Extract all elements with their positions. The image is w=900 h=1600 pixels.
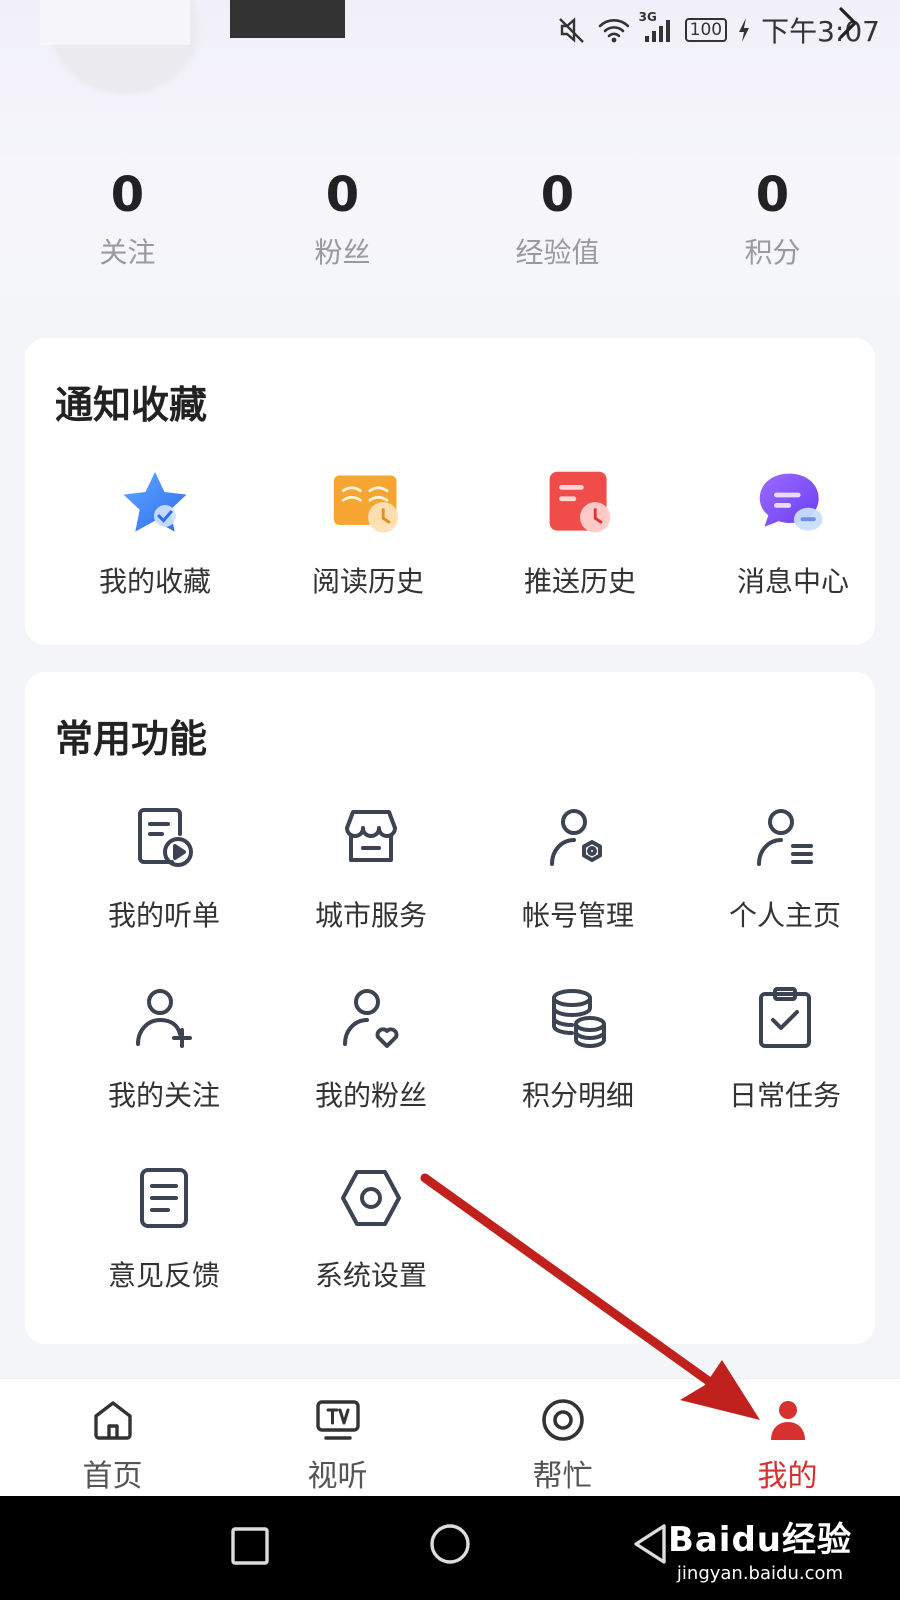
store-icon <box>333 800 409 876</box>
nav-label: 视听 <box>307 1459 368 1494</box>
grid-item-label: 我的粉丝 <box>314 1079 427 1112</box>
push-history-icon <box>542 466 618 542</box>
coins-icon <box>540 980 616 1056</box>
back-button[interactable] <box>630 1522 670 1570</box>
grid-item-system-settings[interactable]: 系统设置 <box>276 1160 466 1294</box>
grid-item-label: 意见反馈 <box>107 1259 220 1292</box>
grid-item-label: 城市服务 <box>314 899 427 932</box>
signal-icon: 3G <box>639 10 675 44</box>
playlist-icon <box>126 800 202 876</box>
book-history-icon <box>330 466 406 542</box>
stat-fans[interactable]: 0 粉丝 <box>235 165 450 271</box>
grid-item-playlist[interactable]: 我的听单 <box>69 800 259 934</box>
nav-tab-mine[interactable]: 我的 <box>675 1379 900 1497</box>
stat-value: 0 <box>540 167 575 223</box>
grid-item-points-detail[interactable]: 积分明细 <box>483 980 673 1114</box>
message-icon <box>755 466 831 542</box>
settings-hex-icon <box>333 1160 409 1236</box>
grid-item-push-history[interactable]: 推送历史 <box>485 466 675 600</box>
watermark-logo: Baidu经验 <box>667 1520 852 1560</box>
battery-indicator: 100 <box>684 18 728 42</box>
grid-item-favorites[interactable]: 我的收藏 <box>60 466 250 600</box>
wifi-icon <box>597 16 631 44</box>
stat-experience[interactable]: 0 经验值 <box>450 165 665 271</box>
stat-label: 粉丝 <box>314 236 371 269</box>
status-time: 下午3:07 <box>761 15 880 48</box>
stat-value: 0 <box>325 167 360 223</box>
grid-item-label: 积分明细 <box>521 1079 634 1112</box>
grid-item-label: 阅读历史 <box>311 565 424 598</box>
nav-tab-help[interactable]: 帮忙 <box>450 1379 675 1497</box>
nav-tab-home[interactable]: 首页 <box>0 1379 225 1497</box>
grid-item-label: 帐号管理 <box>521 899 634 932</box>
avatar-overlay <box>40 0 190 45</box>
grid-item-city-service[interactable]: 城市服务 <box>276 800 466 934</box>
status-bar: 3G 100 下午3:07 <box>557 8 880 52</box>
stat-label: 经验值 <box>515 236 600 269</box>
watermark-url: jingyan.baidu.com <box>676 1563 844 1584</box>
grid-item-label: 我的听单 <box>107 899 220 932</box>
grid-item-personal-homepage[interactable]: 个人主页 <box>690 800 880 934</box>
grid-item-read-history[interactable]: 阅读历史 <box>273 466 463 600</box>
nav-label: 帮忙 <box>532 1459 593 1494</box>
user-icon <box>675 1395 900 1445</box>
grid-item-account-management[interactable]: 帐号管理 <box>483 800 673 934</box>
card-title: 通知收藏 <box>55 383 208 427</box>
stat-label: 积分 <box>744 236 801 269</box>
charging-icon <box>737 17 751 43</box>
grid-item-label: 系统设置 <box>314 1259 427 1292</box>
stat-following[interactable]: 0 关注 <box>20 165 235 271</box>
stat-label: 关注 <box>99 236 156 269</box>
card-title: 常用功能 <box>55 717 208 761</box>
profile-list-icon <box>747 800 823 876</box>
grid-item-my-fans[interactable]: 我的粉丝 <box>276 980 466 1114</box>
user-stats: 0 关注 0 粉丝 0 经验值 0 积分 <box>20 165 880 271</box>
account-settings-icon <box>540 800 616 876</box>
chevron-right-icon[interactable] <box>836 6 860 49</box>
clipboard-check-icon <box>747 980 823 1056</box>
user-add-icon <box>126 980 202 1056</box>
username-redacted <box>230 0 345 38</box>
home-button[interactable] <box>428 1522 472 1570</box>
grid-item-my-following[interactable]: 我的关注 <box>69 980 259 1114</box>
nav-label: 我的 <box>757 1459 818 1494</box>
grid-item-label: 推送历史 <box>523 565 636 598</box>
baidu-watermark: Baidu经验 jingyan.baidu.com <box>668 1512 852 1584</box>
nav-label: 首页 <box>82 1459 143 1494</box>
grid-item-daily-tasks[interactable]: 日常任务 <box>690 980 880 1114</box>
recent-apps-button[interactable] <box>230 1526 270 1570</box>
tv-icon <box>225 1395 450 1445</box>
network-type: 3G <box>638 10 657 24</box>
system-nav-bar: Baidu经验 jingyan.baidu.com <box>0 1496 900 1600</box>
notify-favorites-card: 通知收藏 我的收藏 阅读历史 推送历史 消息中心 <box>25 338 875 645</box>
feedback-doc-icon <box>126 1160 202 1236</box>
grid-item-message-center[interactable]: 消息中心 <box>698 466 888 600</box>
nav-tab-media[interactable]: 视听 <box>225 1379 450 1497</box>
grid-item-label: 我的关注 <box>107 1079 220 1112</box>
bottom-nav: 首页 视听 帮忙 我的 <box>0 1378 900 1497</box>
stat-points[interactable]: 0 积分 <box>665 165 880 271</box>
user-heart-icon <box>333 980 409 1056</box>
common-functions-card: 常用功能 我的听单 城市服务 帐号管理 个人主页 我的关注 我的粉丝 积分明细 … <box>25 672 875 1344</box>
target-icon <box>450 1395 675 1445</box>
grid-item-label: 个人主页 <box>728 899 841 932</box>
home-icon <box>0 1395 225 1445</box>
grid-item-label: 消息中心 <box>736 565 849 598</box>
mute-icon <box>557 15 587 45</box>
star-icon <box>117 466 193 542</box>
stat-value: 0 <box>110 167 145 223</box>
grid-item-label: 日常任务 <box>728 1079 841 1112</box>
grid-item-feedback[interactable]: 意见反馈 <box>69 1160 259 1294</box>
grid-item-label: 我的收藏 <box>98 565 211 598</box>
stat-value: 0 <box>755 167 790 223</box>
